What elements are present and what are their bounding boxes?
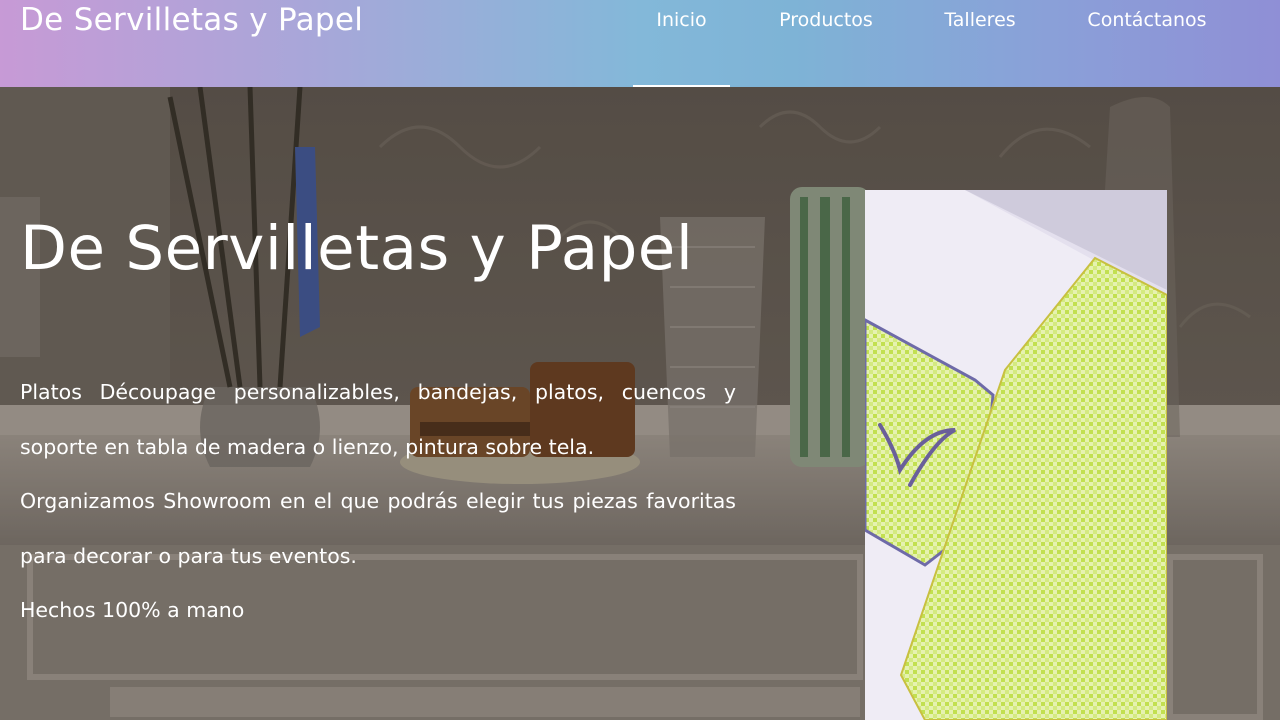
hero-paragraph-showroom: Organizamos Showroom en el que podrás el… — [20, 489, 736, 568]
hero-description: Platos Découpage personalizables, bandej… — [20, 365, 736, 638]
nav-link-inicio[interactable]: Inicio — [633, 0, 730, 87]
hero-paragraph-handmade: Hechos 100% a mano — [20, 598, 245, 622]
hero-paragraph-products: Platos Découpage personalizables, bandej… — [20, 380, 736, 459]
main-nav: Inicio Productos Talleres Contáctanos — [0, 0, 1280, 87]
nav-link-productos[interactable]: Productos — [760, 0, 892, 87]
hero-title: De Servilletas y Papel — [20, 213, 694, 284]
napkin-photo-image — [865, 190, 1167, 720]
navbar: De Servilletas y Papel Inicio Productos … — [0, 0, 1280, 87]
nav-link-talleres[interactable]: Talleres — [925, 0, 1035, 87]
napkin-product-photo — [865, 190, 1167, 720]
nav-link-contactanos[interactable]: Contáctanos — [1068, 0, 1226, 87]
page: De Servilletas y Papel Inicio Productos … — [0, 0, 1280, 720]
